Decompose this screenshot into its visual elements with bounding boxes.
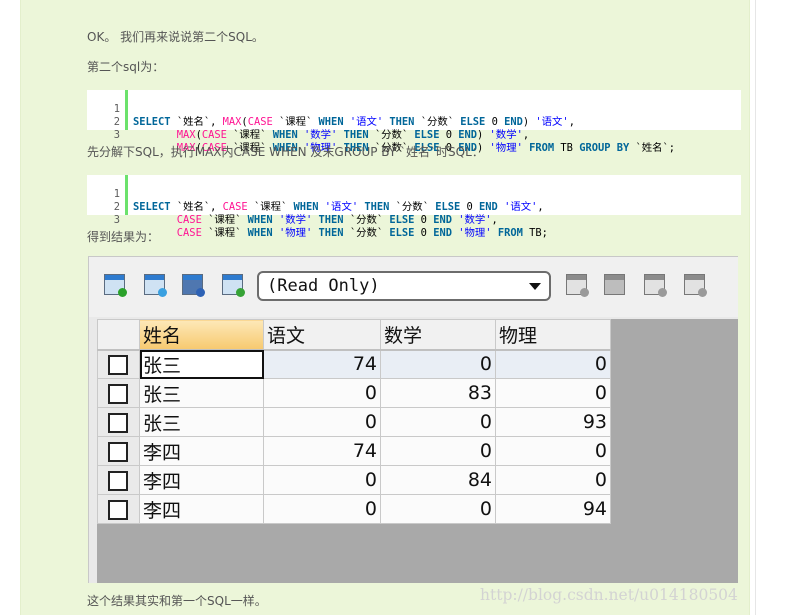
cell-yuwen[interactable]: 0 xyxy=(263,407,381,437)
cell-wuli[interactable]: 93 xyxy=(495,407,611,437)
checkbox-icon xyxy=(108,499,128,520)
cell-name[interactable]: 张三 xyxy=(139,407,264,437)
record-remove-icon[interactable] xyxy=(643,273,667,297)
code-text: CASE `课程` WHEN '数学' THEN `分数` ELSE 0 END… xyxy=(176,214,498,226)
paragraph-sql-label: 第二个sql为： xyxy=(87,60,165,74)
table-row[interactable]: 张三 74 0 0 xyxy=(97,349,611,379)
code-line: 1 SELECT `姓名`, MAX(CASE `课程` WHEN '语文' T… xyxy=(87,90,741,128)
row-checkbox[interactable] xyxy=(97,407,140,437)
row-checkbox[interactable] xyxy=(97,494,140,524)
paragraph-result-label: 得到结果为： xyxy=(87,230,160,244)
save-icon[interactable] xyxy=(603,273,625,295)
cell-name[interactable]: 李四 xyxy=(139,465,264,495)
result-screenshot: (Read Only) 姓名 语文 数学 物理 张三 74 0 0 张三 0 8… xyxy=(88,256,738,583)
grid-add-icon[interactable] xyxy=(103,273,127,297)
checkbox-icon xyxy=(108,412,128,433)
cell-yuwen[interactable]: 0 xyxy=(263,378,381,408)
watermark: http://blog.csdn.net/u014180504 xyxy=(480,586,738,604)
cell-wuli[interactable]: 0 xyxy=(495,378,611,408)
grid-area: 姓名 语文 数学 物理 张三 74 0 0 张三 0 83 0 张三 0 0 9… xyxy=(97,319,738,583)
paragraph-decompose: 先分解下SQL，执行MAX内CASE WHEN 及末GROUP BY `姓名`时… xyxy=(87,145,484,159)
cell-name[interactable]: 李四 xyxy=(139,436,264,466)
code-line: 2 MAX(CASE `课程` WHEN '数学' THEN `分数` ELSE… xyxy=(87,103,741,141)
table-row[interactable]: 李四 0 84 0 xyxy=(97,465,611,495)
cell-yuwen[interactable]: 74 xyxy=(263,349,381,379)
code-text: CASE `课程` WHEN '物理' THEN `分数` ELSE 0 END… xyxy=(176,227,548,239)
code-text: MAX(CASE `课程` WHEN '数学' THEN `分数` ELSE 0… xyxy=(176,129,530,141)
paragraph-conclusion: 这个结果其实和第一个SQL一样。 xyxy=(87,594,267,608)
grid-toolbar: (Read Only) xyxy=(89,257,738,317)
row-selector-header[interactable] xyxy=(97,319,140,351)
grid-export-icon[interactable] xyxy=(181,273,205,297)
code-line: 3 CASE `课程` WHEN '物理' THEN `分数` ELSE 0 E… xyxy=(87,201,741,239)
cell-name[interactable]: 张三 xyxy=(139,378,264,408)
grid-filter-icon[interactable] xyxy=(221,273,245,297)
cell-name[interactable]: 张三 xyxy=(139,349,264,379)
code-block-2: 1 SELECT `姓名`, CASE `课程` WHEN '语文' THEN … xyxy=(87,175,741,239)
sidebar-divider xyxy=(755,0,756,615)
table-row[interactable]: 张三 0 83 0 xyxy=(97,378,611,408)
cell-name[interactable]: 李四 xyxy=(139,494,264,524)
code-line: 2 CASE `课程` WHEN '数学' THEN `分数` ELSE 0 E… xyxy=(87,188,741,226)
header-row: 姓名 语文 数学 物理 xyxy=(97,319,611,351)
column-header-yuwen[interactable]: 语文 xyxy=(263,319,381,351)
table-row[interactable]: 李四 0 0 94 xyxy=(97,494,611,524)
grid-refresh-icon[interactable] xyxy=(143,273,167,297)
cell-shuxue[interactable]: 0 xyxy=(380,494,496,524)
cell-wuli[interactable]: 94 xyxy=(495,494,611,524)
cell-shuxue[interactable]: 0 xyxy=(380,349,496,379)
cell-wuli[interactable]: 0 xyxy=(495,349,611,379)
line-number: 3 xyxy=(113,129,120,141)
cell-yuwen[interactable]: 0 xyxy=(263,465,381,495)
line-number: 3 xyxy=(113,214,120,226)
code-line: 3 MAX(CASE `课程` WHEN '物理' THEN `分数` ELSE… xyxy=(87,116,741,154)
cell-shuxue[interactable]: 0 xyxy=(380,436,496,466)
row-checkbox[interactable] xyxy=(97,349,140,379)
column-header-name[interactable]: 姓名 xyxy=(139,319,264,351)
cell-wuli[interactable]: 0 xyxy=(495,465,611,495)
code-block-1: 1 SELECT `姓名`, MAX(CASE `课程` WHEN '语文' T… xyxy=(87,90,741,154)
mode-select[interactable]: (Read Only) xyxy=(257,271,551,301)
code-line: 1 SELECT `姓名`, CASE `课程` WHEN '语文' THEN … xyxy=(87,175,741,213)
cell-yuwen[interactable]: 0 xyxy=(263,494,381,524)
mode-select-value: (Read Only) xyxy=(267,276,380,296)
cell-yuwen[interactable]: 74 xyxy=(263,436,381,466)
paragraph-intro: OK。 我们再来说说第二个SQL。 xyxy=(87,30,264,44)
checkbox-icon xyxy=(108,354,128,375)
record-add-icon[interactable] xyxy=(565,273,589,297)
checkbox-icon xyxy=(108,441,128,462)
row-checkbox[interactable] xyxy=(97,436,140,466)
row-checkbox[interactable] xyxy=(97,378,140,408)
cell-shuxue[interactable]: 83 xyxy=(380,378,496,408)
column-header-shuxue[interactable]: 数学 xyxy=(380,319,496,351)
record-cancel-icon[interactable] xyxy=(683,273,707,297)
checkbox-icon xyxy=(108,470,128,491)
result-grid: 姓名 语文 数学 物理 张三 74 0 0 张三 0 83 0 张三 0 0 9… xyxy=(97,319,611,524)
cell-shuxue[interactable]: 84 xyxy=(380,465,496,495)
cell-wuli[interactable]: 0 xyxy=(495,436,611,466)
chevron-down-icon xyxy=(529,283,541,290)
column-header-wuli[interactable]: 物理 xyxy=(495,319,611,351)
cell-shuxue[interactable]: 0 xyxy=(380,407,496,437)
table-row[interactable]: 李四 74 0 0 xyxy=(97,436,611,466)
table-row[interactable]: 张三 0 0 93 xyxy=(97,407,611,437)
row-checkbox[interactable] xyxy=(97,465,140,495)
checkbox-icon xyxy=(108,383,128,404)
